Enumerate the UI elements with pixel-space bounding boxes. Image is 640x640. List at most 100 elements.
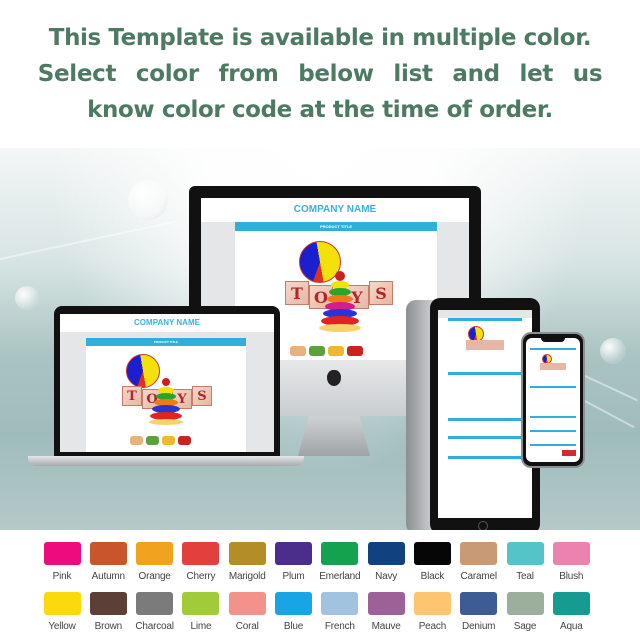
toy-blocks — [540, 363, 566, 370]
company-name: COMPANY NAME — [60, 314, 274, 332]
swatch-color-box[interactable] — [228, 592, 266, 615]
thumbnail — [146, 436, 159, 445]
phone-cta — [562, 450, 576, 456]
thumbnail — [162, 436, 175, 445]
water-drop — [600, 338, 626, 364]
color-swatch-lime[interactable]: Lime — [178, 592, 224, 632]
swatch-color-box[interactable] — [275, 542, 312, 565]
toy-block: T — [285, 281, 309, 305]
swatch-color-box[interactable] — [136, 542, 174, 565]
product-title-bar: PRODUCT TITLE — [86, 338, 246, 346]
color-swatch-cherry[interactable]: Cherry — [178, 542, 224, 582]
swatch-color-box[interactable] — [43, 542, 81, 565]
headline-line-3: know color code at the time of order. — [87, 97, 553, 123]
swatch-color-box[interactable] — [89, 542, 127, 565]
swatch-label: Caramel — [460, 571, 497, 582]
swatch-label: Autumn — [91, 571, 125, 582]
color-swatch-emerland[interactable]: Emerland — [317, 542, 363, 582]
swatch-label: Plum — [282, 571, 305, 582]
swatch-color-box[interactable] — [460, 542, 498, 565]
color-swatch-blue[interactable]: Blue — [271, 592, 317, 632]
color-swatch-mauve[interactable]: Mauve — [363, 592, 409, 632]
tablet-section-bar — [448, 436, 522, 439]
swatch-label: Blush — [559, 571, 584, 582]
color-swatch-sage[interactable]: Sage — [502, 592, 548, 632]
swatch-label: Lime — [190, 621, 212, 632]
swatch-color-box[interactable] — [136, 592, 174, 615]
swatch-color-box[interactable] — [275, 592, 312, 615]
thumbnail — [290, 346, 306, 356]
color-swatch-teal[interactable]: Teal — [502, 542, 548, 582]
swatch-color-box[interactable] — [182, 542, 220, 565]
water-drop — [15, 286, 39, 310]
color-swatch-orange[interactable]: Orange — [132, 542, 178, 582]
swatch-label: Sage — [513, 621, 537, 632]
color-swatch-plum[interactable]: Plum — [271, 542, 317, 582]
product-title-bar: PRODUCT TITLE — [235, 222, 437, 231]
swatch-label: Navy — [375, 571, 398, 582]
swatch-label: Charcoal — [135, 621, 174, 632]
color-swatch-autumn[interactable]: Autumn — [85, 542, 131, 582]
swatch-label: Yellow — [48, 621, 76, 632]
product-thumbnails — [130, 436, 191, 445]
tablet-title-bar — [448, 318, 522, 321]
toy-block: T — [122, 386, 142, 406]
phone-notch — [541, 338, 565, 342]
swatch-color-box[interactable] — [367, 592, 405, 615]
swatch-color-box[interactable] — [552, 592, 590, 615]
color-swatch-yellow[interactable]: Yellow — [39, 592, 85, 632]
swatch-color-box[interactable] — [89, 592, 127, 615]
monitor-stand — [298, 416, 370, 456]
stacker-ring — [162, 378, 170, 386]
swatch-color-box[interactable] — [506, 542, 544, 565]
color-swatch-coral[interactable]: Coral — [224, 592, 270, 632]
toy-block: S — [192, 386, 212, 406]
headline: This Template is available in multiple c… — [0, 20, 640, 128]
color-swatch-aqua[interactable]: Aqua — [548, 592, 594, 632]
light-streak — [0, 220, 177, 260]
swatch-color-box[interactable] — [552, 542, 590, 565]
color-swatch-black[interactable]: Black — [409, 542, 455, 582]
tablet-screen — [438, 310, 532, 518]
swatch-color-box[interactable] — [367, 542, 405, 565]
swatch-color-box[interactable] — [413, 542, 451, 565]
thumbnail — [130, 436, 143, 445]
tablet-section-bar — [448, 418, 522, 421]
swatch-color-box[interactable] — [506, 592, 544, 615]
color-swatch-caramel[interactable]: Caramel — [456, 542, 502, 582]
device-mockup-scene: COMPANY NAME PRODUCT TITLE T O Y S COMPA… — [0, 148, 640, 530]
color-swatch-brown[interactable]: Brown — [85, 592, 131, 632]
tablet-header — [438, 310, 532, 318]
color-swatch-navy[interactable]: Navy — [363, 542, 409, 582]
water-drop — [128, 180, 168, 220]
headline-line-1: This Template is available in multiple c… — [48, 25, 592, 51]
swatch-color-box[interactable] — [321, 542, 359, 565]
swatch-label: Brown — [94, 621, 123, 632]
swatch-color-box[interactable] — [460, 592, 498, 615]
phone-section-bar — [530, 430, 576, 432]
swatch-color-box[interactable] — [321, 592, 359, 615]
color-swatch-denium[interactable]: Denium — [456, 592, 502, 632]
color-swatch-french[interactable]: French — [317, 592, 363, 632]
phone-screen — [526, 338, 580, 462]
color-swatch-marigold[interactable]: Marigold — [224, 542, 270, 582]
swatch-label: Marigold — [228, 571, 266, 582]
product-thumbnails — [290, 346, 363, 356]
thumbnail — [328, 346, 344, 356]
stacker-base — [319, 324, 361, 332]
color-swatch-blush[interactable]: Blush — [548, 542, 594, 582]
swatch-color-box[interactable] — [228, 542, 266, 565]
stacker-ring — [335, 271, 345, 281]
color-swatch-charcoal[interactable]: Charcoal — [132, 592, 178, 632]
swatch-label: Denium — [462, 621, 496, 632]
swatch-color-box[interactable] — [413, 592, 451, 615]
swatch-label: Aqua — [560, 621, 583, 632]
company-name: COMPANY NAME — [201, 198, 469, 222]
laptop-screen: COMPANY NAME PRODUCT TITLE T O Y S — [60, 314, 274, 452]
swatch-color-box[interactable] — [182, 592, 220, 615]
color-swatch-peach[interactable]: Peach — [409, 592, 455, 632]
color-swatch-pink[interactable]: Pink — [39, 542, 85, 582]
phone-section-bar — [530, 444, 576, 446]
swatch-color-box[interactable] — [43, 592, 81, 615]
thumbnail — [347, 346, 363, 356]
